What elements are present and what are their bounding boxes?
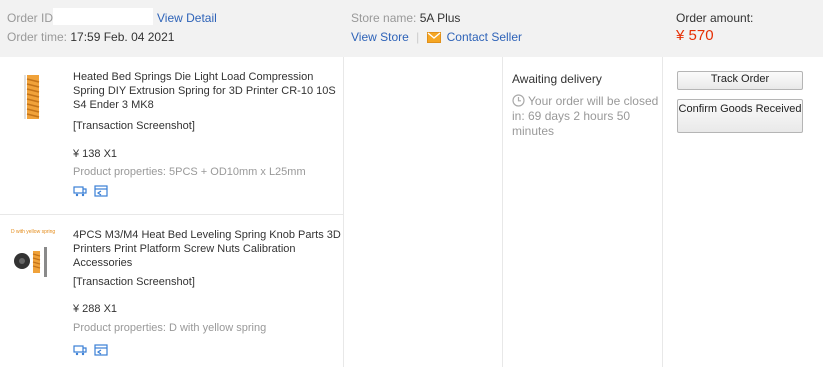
order-header: Order ID: View Detail Order time: 17:59 … xyxy=(0,0,823,57)
order-time-label: Order time: xyxy=(7,30,68,44)
transaction-screenshot-link[interactable]: [Transaction Screenshot] xyxy=(73,119,195,133)
product-price-qty: ¥ 138 X1 xyxy=(73,148,118,160)
product-divider xyxy=(0,214,343,215)
column-divider xyxy=(343,57,344,367)
knob-spring-thumbnail[interactable]: D with yellow spring xyxy=(11,227,56,282)
mail-icon[interactable] xyxy=(426,31,441,47)
column-divider xyxy=(662,57,663,367)
view-store-link[interactable]: View Store xyxy=(351,30,409,44)
contact-seller-link[interactable]: Contact Seller xyxy=(447,30,522,44)
view-detail-link[interactable]: View Detail xyxy=(157,10,217,26)
link-separator: | xyxy=(416,30,420,44)
order-amount-value: ¥ 570 xyxy=(676,27,714,44)
order-status: Awaiting delivery xyxy=(512,72,602,86)
order-close-countdown: Your order will be closed in: 69 days 2 … xyxy=(512,94,662,139)
cart-icon[interactable] xyxy=(73,344,87,356)
cart-icon[interactable] xyxy=(73,185,87,197)
product-action-icons xyxy=(73,344,108,356)
order-id-label: Order ID: xyxy=(7,11,57,25)
order-time: Order time: 17:59 Feb. 04 2021 xyxy=(7,29,174,45)
snapshot-icon[interactable] xyxy=(94,185,108,197)
product-title-link[interactable]: Heated Bed Springs Die Light Load Compre… xyxy=(73,70,341,112)
order-close-note: Your order will be closed in: 69 days 2 … xyxy=(512,94,659,138)
order-amount-label: Order amount: xyxy=(676,11,754,25)
product-properties: Product properties: D with yellow spring xyxy=(73,322,267,334)
track-order-button[interactable]: Track Order xyxy=(677,71,803,90)
store-links: View Store | Contact Seller xyxy=(351,29,522,47)
product-price-qty: ¥ 288 X1 xyxy=(73,303,118,315)
order-id-redacted xyxy=(53,8,153,25)
column-divider xyxy=(502,57,503,367)
confirm-goods-received-button[interactable]: Confirm Goods Received xyxy=(677,99,803,133)
svg-text:D with yellow spring: D with yellow spring xyxy=(11,229,55,235)
store-name-label: Store name: xyxy=(351,11,417,25)
product-title-link[interactable]: 4PCS M3/M4 Heat Bed Leveling Spring Knob… xyxy=(73,228,341,270)
product-properties: Product properties: 5PCS + OD10mm x L25m… xyxy=(73,166,306,178)
transaction-screenshot-link[interactable]: [Transaction Screenshot] xyxy=(73,275,195,289)
store-name: Store name: 5A Plus xyxy=(351,10,460,26)
product-action-icons xyxy=(73,185,108,197)
store-name-value: 5A Plus xyxy=(419,11,461,25)
order-time-value: 17:59 Feb. 04 2021 xyxy=(70,30,175,44)
spring-thumbnail[interactable] xyxy=(11,69,51,124)
clock-icon xyxy=(512,94,525,107)
snapshot-icon[interactable] xyxy=(94,344,108,356)
